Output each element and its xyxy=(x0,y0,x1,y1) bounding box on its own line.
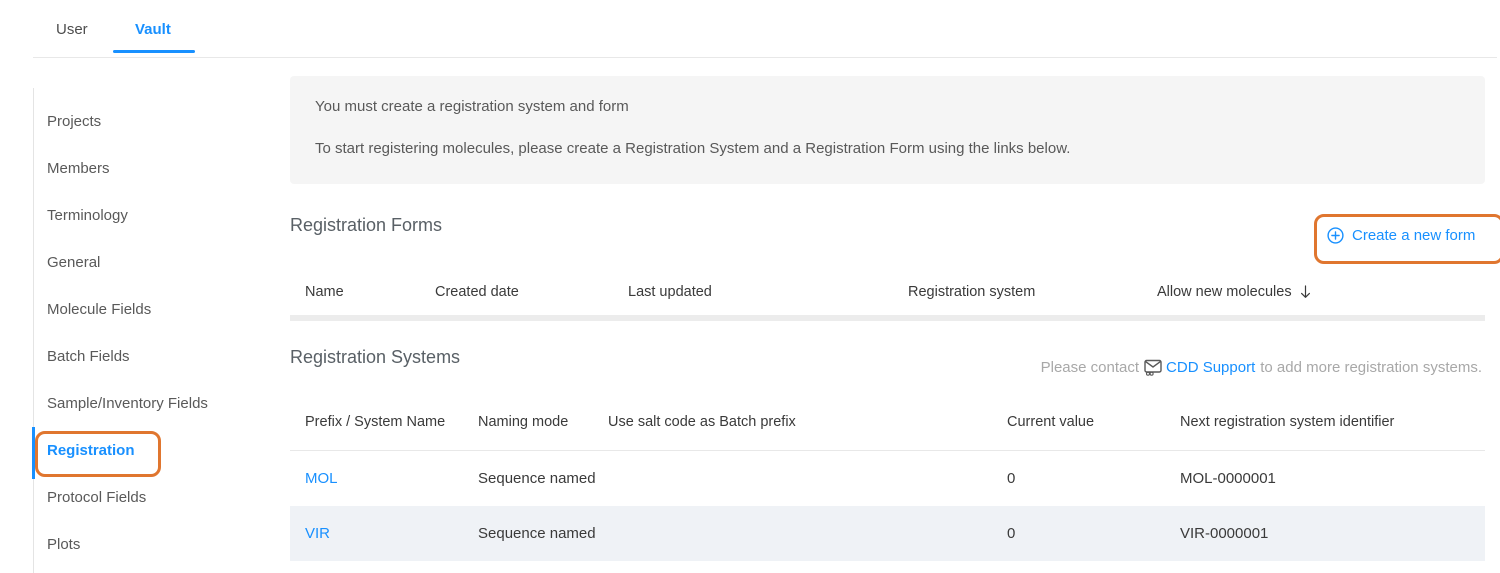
sidebar-item-projects[interactable]: Projects xyxy=(47,112,101,132)
tab-user[interactable]: User xyxy=(56,21,88,39)
notice-box: You must create a registration system an… xyxy=(290,76,1485,184)
cell-current-value: 0 xyxy=(1007,525,1016,542)
cell-next-identifier: MOL-0000001 xyxy=(1180,470,1276,487)
forms-col-last-updated: Last updated xyxy=(628,284,712,300)
systems-col-next-identifier: Next registration system identifier xyxy=(1180,414,1395,430)
cell-naming-mode: Sequence named xyxy=(478,525,596,542)
contact-support-note: Please contact CDD Support to add more r… xyxy=(1041,359,1482,376)
forms-table-header: Name Created date Last updated Registrat… xyxy=(290,282,1485,302)
sidebar-divider-line xyxy=(33,88,34,573)
cell-current-value: 0 xyxy=(1007,470,1016,487)
sidebar-item-general[interactable]: General xyxy=(47,253,100,273)
sidebar-item-sample-inventory-fields[interactable]: Sample/Inventory Fields xyxy=(47,394,208,414)
contact-note-prefix: Please contact xyxy=(1040,359,1140,376)
active-tab-indicator xyxy=(113,50,195,53)
sidebar-item-protocol-fields[interactable]: Protocol Fields xyxy=(47,488,146,508)
systems-col-use-salt-code: Use salt code as Batch prefix xyxy=(608,414,796,430)
forms-col-allow-new-molecules-label: Allow new molecules xyxy=(1157,284,1292,300)
sidebar-item-batch-fields[interactable]: Batch Fields xyxy=(47,347,130,367)
table-row-mol: MOL Sequence named 0 MOL-0000001 xyxy=(290,451,1485,506)
forms-col-allow-new-molecules[interactable]: Allow new molecules xyxy=(1157,282,1312,302)
forms-table-empty-body xyxy=(290,315,1485,321)
create-new-form-label: Create a new form xyxy=(1352,227,1476,244)
system-link-vir[interactable]: VIR xyxy=(305,506,330,561)
registration-forms-title: Registration Forms xyxy=(290,215,443,235)
cdd-support-link[interactable]: CDD Support xyxy=(1166,359,1255,376)
systems-col-current-value: Current value xyxy=(1007,414,1095,430)
envelope-icon xyxy=(1144,359,1163,376)
systems-table-header: Prefix / System Name Naming mode Use sal… xyxy=(290,412,1485,432)
vault-settings-page: User Vault Projects Members Terminology … xyxy=(0,0,1500,573)
forms-col-created-date: Created date xyxy=(435,284,519,300)
cell-naming-mode: Sequence named xyxy=(478,470,596,487)
sort-descending-icon xyxy=(1299,285,1312,299)
sidebar-item-registration[interactable]: Registration xyxy=(47,441,135,461)
notice-line-2: To start registering molecules, please c… xyxy=(315,140,1071,157)
contact-note-suffix: to add more registration systems. xyxy=(1260,359,1482,376)
tab-vault[interactable]: Vault xyxy=(135,21,171,39)
notice-line-1: You must create a registration system an… xyxy=(315,98,629,115)
sidebar-item-members[interactable]: Members xyxy=(47,159,110,179)
cell-next-identifier: VIR-0000001 xyxy=(1180,525,1269,542)
systems-col-prefix-system-name: Prefix / System Name xyxy=(305,414,446,430)
systems-table-body: MOL Sequence named 0 MOL-0000001 VIR Seq… xyxy=(290,450,1485,561)
table-row-vir: VIR Sequence named 0 VIR-0000001 xyxy=(290,506,1485,561)
create-new-form-button[interactable]: Create a new form xyxy=(1327,227,1475,244)
systems-col-naming-mode: Naming mode xyxy=(478,414,569,430)
system-link-mol[interactable]: MOL xyxy=(305,451,338,506)
sidebar-item-terminology[interactable]: Terminology xyxy=(47,206,128,226)
sidebar-item-molecule-fields[interactable]: Molecule Fields xyxy=(47,300,151,320)
registration-systems-title: Registration Systems xyxy=(290,347,461,367)
forms-col-name: Name xyxy=(305,284,344,300)
sidebar-active-indicator xyxy=(32,427,35,479)
sidebar-item-plots[interactable]: Plots xyxy=(47,535,80,555)
plus-circle-icon xyxy=(1327,227,1344,244)
tabs-divider xyxy=(33,57,1497,58)
forms-col-registration-system: Registration system xyxy=(908,284,1036,300)
